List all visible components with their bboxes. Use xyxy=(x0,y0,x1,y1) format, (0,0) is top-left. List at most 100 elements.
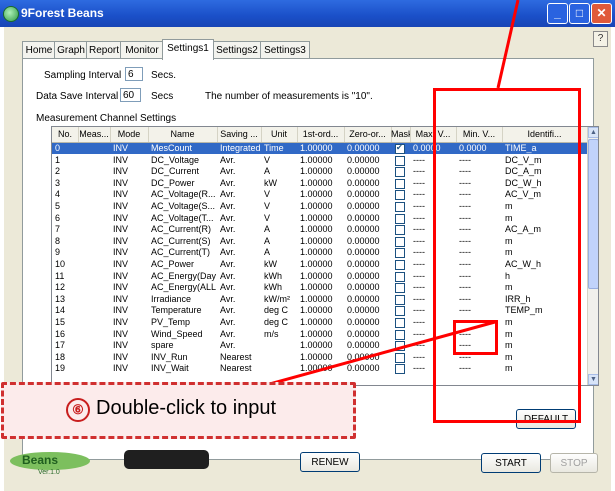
cell-no: 10 xyxy=(55,259,66,269)
data-save-interval-input[interactable]: 60 xyxy=(120,88,141,102)
sampling-interval-input[interactable]: 6 xyxy=(125,67,143,81)
cell-zero: 0.00000 xyxy=(347,154,380,165)
cell-saving: Avr. xyxy=(220,317,236,327)
mask-checkbox[interactable] xyxy=(395,167,405,178)
mask-checkbox[interactable] xyxy=(395,178,405,189)
cell-first: 1.00000 xyxy=(300,317,333,327)
vertical-scrollbar[interactable]: ▲ ▼ xyxy=(587,127,598,385)
cell-zero: 0.00000 xyxy=(347,247,380,258)
mask-checkbox[interactable] xyxy=(395,236,405,247)
cell-saving: Avr. xyxy=(220,282,236,293)
mask-checkbox[interactable] xyxy=(395,352,405,363)
tab-settings1[interactable]: Settings1 xyxy=(162,39,214,60)
minimize-icon[interactable]: _ xyxy=(547,3,568,24)
mask-checkbox[interactable] xyxy=(395,329,405,340)
save-unit-label: Secs xyxy=(151,91,174,102)
cell-name: Irradiance xyxy=(151,293,192,304)
cell-mode: INV xyxy=(113,247,129,258)
tab-monitor[interactable]: Monitor xyxy=(120,41,164,59)
column-header[interactable]: Meas... xyxy=(78,127,111,142)
cell-first: 1.00000 xyxy=(300,189,333,200)
mask-checkbox[interactable] xyxy=(395,213,405,224)
mask-checkbox[interactable] xyxy=(395,294,405,305)
cell-name: AC_Voltage(T... xyxy=(151,212,214,223)
cell-saving: Avr. xyxy=(220,305,236,316)
cell-no: 12 xyxy=(55,282,66,293)
mask-checkbox[interactable] xyxy=(395,190,405,201)
cell-zero: 0.00000 xyxy=(347,177,380,188)
cell-saving: Nearest xyxy=(220,363,252,374)
cell-unit: kW xyxy=(264,259,277,269)
mask-checkbox[interactable] xyxy=(395,306,405,317)
cell-mode: INV xyxy=(113,328,129,339)
cell-mode: INV xyxy=(113,212,129,223)
close-icon[interactable]: ✕ xyxy=(591,3,612,24)
stop-button[interactable]: STOP xyxy=(550,453,598,473)
tab-report[interactable]: Report xyxy=(86,41,122,59)
column-header[interactable]: Unit xyxy=(261,127,298,142)
tab-settings2[interactable]: Settings2 xyxy=(212,41,262,59)
start-button[interactable]: START xyxy=(481,453,541,473)
callout-box: ⑥ Double-click to input xyxy=(1,382,356,439)
title-bar[interactable]: 9Forest Beans _ □ ✕ xyxy=(0,0,615,27)
mask-checkbox[interactable] xyxy=(395,271,405,282)
mask-checkbox[interactable] xyxy=(395,283,405,294)
cell-zero: 0.00000 xyxy=(347,305,380,316)
cell-saving: Avr. xyxy=(220,154,236,165)
grid-section-label: Measurement Channel Settings xyxy=(36,113,177,124)
mask-checkbox[interactable] xyxy=(395,202,405,212)
column-header[interactable]: No. xyxy=(52,127,79,142)
cell-mode: INV xyxy=(113,154,129,165)
help-button[interactable]: ? xyxy=(593,31,608,47)
cell-name: DC_Current xyxy=(151,166,200,177)
scroll-down-icon[interactable]: ▼ xyxy=(588,374,598,385)
maximize-icon[interactable]: □ xyxy=(569,3,590,24)
mask-checkbox[interactable] xyxy=(395,341,405,352)
cell-saving: Avr. xyxy=(220,270,236,281)
app-icon xyxy=(3,6,19,22)
cell-name: DC_Voltage xyxy=(151,154,200,165)
cell-unit: kW/m² xyxy=(264,293,290,304)
column-header[interactable]: Saving ... xyxy=(217,127,262,142)
cell-unit: kWh xyxy=(264,282,282,293)
cell-first: 1.00000 xyxy=(300,212,333,223)
cell-first: 1.00000 xyxy=(300,293,333,304)
mask-checkbox[interactable] xyxy=(395,143,405,154)
cell-name: AC_Current(T) xyxy=(151,247,211,258)
renew-button[interactable]: RENEW xyxy=(300,452,360,472)
cell-saving: Avr. xyxy=(220,212,236,223)
sampling-unit-label: Secs. xyxy=(151,70,177,81)
cell-unit: Time xyxy=(264,143,284,153)
cell-zero: 0.00000 xyxy=(347,189,380,200)
column-header[interactable]: Mask xyxy=(391,127,411,142)
cell-mode: INV xyxy=(113,143,129,153)
tab-graph[interactable]: Graph xyxy=(54,41,88,59)
cell-no: 0 xyxy=(55,143,61,153)
cell-no: 15 xyxy=(55,317,66,327)
cell-first: 1.00000 xyxy=(300,224,333,235)
column-header[interactable]: Zero-or... xyxy=(344,127,392,142)
cell-zero: 0.00000 xyxy=(347,282,380,293)
cell-unit: A xyxy=(264,166,271,177)
column-header[interactable]: Name xyxy=(148,127,218,142)
cell-unit: deg C xyxy=(264,305,289,316)
mask-checkbox[interactable] xyxy=(395,248,405,259)
cell-first: 1.00000 xyxy=(300,270,333,281)
cell-first: 1.00000 xyxy=(300,328,333,339)
scroll-thumb[interactable] xyxy=(588,139,598,289)
mask-checkbox[interactable] xyxy=(395,155,405,166)
tab-settings3[interactable]: Settings3 xyxy=(260,41,310,59)
cell-saving: Avr. xyxy=(220,235,236,246)
cell-first: 1.00000 xyxy=(300,166,333,177)
mask-checkbox[interactable] xyxy=(395,364,405,375)
column-header[interactable]: 1st-ord... xyxy=(297,127,345,142)
cell-zero: 0.00000 xyxy=(347,270,380,281)
cell-name: Temperature xyxy=(151,305,202,316)
mask-checkbox[interactable] xyxy=(395,260,405,270)
column-header[interactable]: Mode xyxy=(110,127,149,142)
tab-home[interactable]: Home xyxy=(22,41,56,59)
scroll-up-icon[interactable]: ▲ xyxy=(588,127,598,138)
mask-checkbox[interactable] xyxy=(395,318,405,328)
mask-checkbox[interactable] xyxy=(395,225,405,236)
cell-mode: INV xyxy=(113,189,129,200)
